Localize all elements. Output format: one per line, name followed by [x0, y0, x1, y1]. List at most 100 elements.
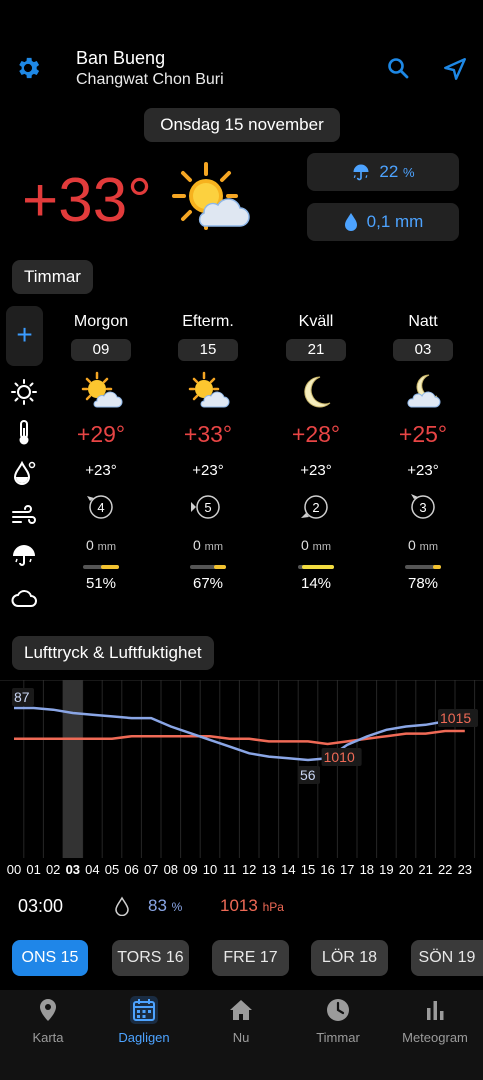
period-hour: 21: [286, 339, 346, 361]
humidity-unit: %: [171, 900, 183, 914]
pressure-max-label: 1015: [440, 710, 471, 726]
period-precipitation: 0 mm: [51, 537, 151, 553]
moon-cloud-icon: [407, 374, 441, 408]
bar-chart-icon: [427, 1001, 444, 1020]
day-tab-fre[interactable]: FRE 17: [212, 940, 289, 976]
period-column-evening[interactable]: Kväll 21 +28° +23° 2 0 mm 14%: [266, 313, 366, 592]
pressure-humidity-chart[interactable]: 87 56 1010 1015: [0, 680, 483, 858]
wind-direction-icon: 3: [411, 494, 435, 519]
pressure-value: 1013: [220, 896, 258, 915]
moon-icon: [304, 376, 331, 408]
precipitation-amount: 0: [192, 537, 201, 553]
umbrella-icon: [353, 164, 369, 181]
nav-label: Dagligen: [118, 1030, 170, 1045]
selected-humidity: 83 %: [148, 896, 182, 916]
hour-tick-label: 17: [339, 862, 355, 877]
nav-tab-nu[interactable]: Nu: [201, 996, 281, 1045]
sun-cloud-icon: [81, 371, 123, 408]
period-temperature: +29°: [76, 421, 126, 447]
day-label: SÖN: [418, 949, 454, 966]
pressure-section-title: Lufttryck & Luftfuktighet: [12, 636, 214, 670]
humidity-min-label: 56: [300, 767, 316, 783]
wind-icon: [12, 505, 36, 524]
day-tab-son[interactable]: SÖN 19: [411, 940, 483, 976]
nav-tab-karta[interactable]: Karta: [8, 996, 88, 1045]
hour-tick-label: 14: [281, 862, 296, 877]
location-name: Ban Bueng: [76, 48, 166, 68]
wind-speed: 5: [204, 500, 211, 515]
hour-tick-label: 00: [6, 862, 22, 877]
period-column-night[interactable]: Natt 03 +25° +23° 3 0 mm 78%: [373, 313, 473, 592]
calendar-icon: [130, 996, 158, 1024]
location-arrow-icon[interactable]: [442, 56, 468, 82]
rain-probability-value: 22: [379, 162, 399, 181]
period-cloud-cover: 67%: [192, 575, 224, 592]
precipitation-chip: 0,1 mm: [307, 203, 459, 241]
period-temperature: +33°: [183, 421, 233, 447]
cloud-cover-bar: [83, 565, 119, 569]
day-tab-ons[interactable]: ONS 15: [12, 940, 88, 976]
date-label: Onsdag 15 november: [144, 108, 340, 142]
cloud-cover-bar: [298, 565, 334, 569]
nav-label: Nu: [232, 1030, 250, 1045]
precipitation-amount: 0: [300, 537, 309, 553]
period-feels-like: +23°: [407, 462, 439, 479]
wind-direction-icon: 2: [301, 495, 328, 519]
hour-tick-label: 07: [143, 862, 159, 877]
precipitation-unit: mm: [204, 541, 223, 553]
wind-speed: 4: [97, 500, 104, 515]
hours-section-title: Timmar: [12, 260, 93, 294]
app-header: Ban Bueng Changwat Chon Buri: [0, 40, 483, 100]
nav-tab-dagligen[interactable]: Dagligen: [104, 996, 184, 1045]
hour-tick-label: 05: [104, 862, 120, 877]
precipitation-value: 0,1 mm: [366, 212, 424, 231]
feels-like-icon: [13, 460, 36, 485]
day-tab-lor[interactable]: LÖR 18: [311, 940, 388, 976]
drop-icon: [344, 213, 357, 231]
day-number: 16: [165, 949, 184, 966]
selected-time: 03:00: [18, 896, 64, 916]
hour-tick-label: 16: [320, 862, 335, 877]
period-feels-like: +23°: [192, 462, 224, 479]
map-pin-icon: [40, 999, 56, 1021]
cloud-cover-bar: [405, 565, 441, 569]
rain-probability-chip: 22 %: [307, 153, 459, 191]
hour-tick-label: 18: [359, 862, 375, 877]
nav-label: Meteogram: [402, 1030, 468, 1045]
sun-cloud-icon: [172, 162, 250, 230]
precipitation-amount: 0: [407, 537, 416, 553]
sun-icon: [11, 379, 37, 405]
nav-tab-timmar[interactable]: Timmar: [298, 996, 378, 1045]
nav-tab-meteogram[interactable]: Meteogram: [395, 996, 475, 1045]
search-icon[interactable]: [386, 56, 410, 80]
hour-axis: 00 01 02 03 04 05 06 07 08 09 10 11 12 13 14 15 16 17 18 19…: [0, 862, 483, 880]
hour-tick-label: 21: [418, 862, 433, 877]
hour-tick-label: 20: [398, 862, 414, 877]
day-tab-tors[interactable]: TORS 16: [112, 940, 189, 976]
hour-tick-label: 12: [241, 862, 257, 877]
period-temperature: +28°: [291, 421, 341, 447]
hour-tick-label: 09: [183, 862, 198, 877]
hour-tick-label: 23: [457, 862, 473, 877]
selected-hour-highlight: [63, 680, 83, 858]
period-cloud-cover: 14%: [300, 575, 332, 592]
day-label: ONS: [21, 949, 57, 966]
cloud-cover-bar: [190, 565, 226, 569]
humidity-value: 83: [148, 896, 167, 915]
wind-direction-icon: 5: [191, 495, 220, 519]
period-cloud-cover: 78%: [407, 575, 439, 592]
hour-tick-label: 15: [300, 862, 316, 877]
hour-tick-label: 13: [261, 862, 277, 877]
gear-icon[interactable]: [14, 54, 42, 82]
hour-tick-label: 22: [437, 862, 453, 877]
hour-tick-label: 01: [26, 862, 41, 877]
nav-label: Karta: [32, 1030, 64, 1045]
period-column-afternoon[interactable]: Efterm. 15 +33° +23° 5 0 mm 67%: [158, 313, 258, 592]
period-cloud-cover: 51%: [85, 575, 117, 592]
add-button[interactable]: +: [6, 306, 43, 366]
hour-tick-label: 02: [45, 862, 61, 877]
rain-probability-unit: %: [403, 165, 415, 180]
period-column-morning[interactable]: Morgon 09 +29° +23° 4 0 mm 51%: [51, 313, 151, 592]
day-number: 19: [457, 949, 476, 966]
umbrella-icon: [13, 545, 35, 566]
